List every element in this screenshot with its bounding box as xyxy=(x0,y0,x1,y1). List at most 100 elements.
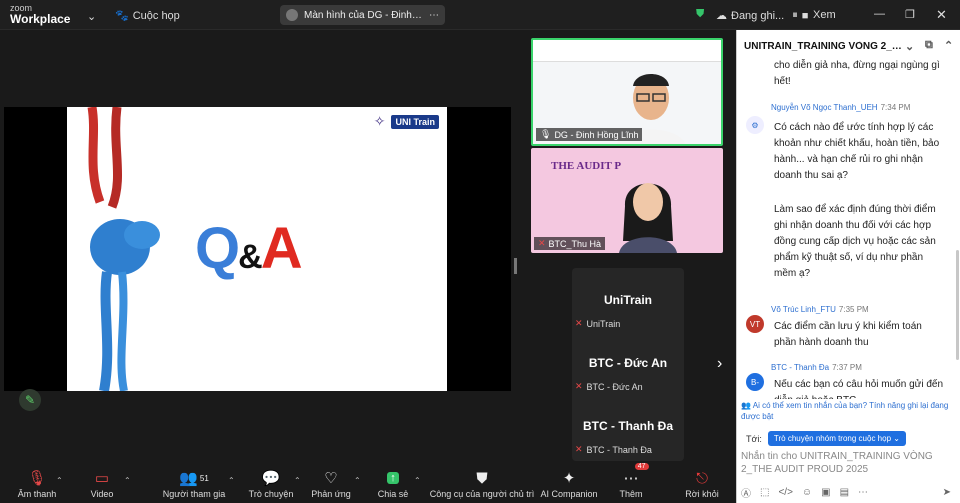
chevron-up-icon[interactable]: ⌃ xyxy=(414,476,421,485)
title-bar: zoom Workplace ⌄ 🐾 Cuộc họp Màn hình của… xyxy=(0,0,960,30)
people-icon: 👥 xyxy=(741,401,751,410)
slide-logo: ✧ UNI Train xyxy=(374,113,439,130)
chevron-up-icon[interactable]: ⌃ xyxy=(294,476,301,485)
chevron-up-icon[interactable]: ⌃ xyxy=(228,476,235,485)
chevron-up-icon[interactable]: ⌃ xyxy=(354,476,361,485)
chevron-up-icon[interactable]: ⌃ xyxy=(124,476,131,485)
chat-icon: 💬 xyxy=(261,470,281,487)
participant-label: ✕ UniTrain xyxy=(575,318,621,329)
video-tile-participant[interactable]: THE AUDIT P ✕ BTC_Thu Hà xyxy=(531,148,723,253)
star-logo-icon: ✧ xyxy=(373,113,386,129)
stop-icon[interactable]: ■ xyxy=(802,10,809,22)
video-button[interactable]: ▭ Video xyxy=(84,463,120,503)
pause-icon[interactable]: ⏸ xyxy=(792,9,798,22)
more-button[interactable]: ⋯ 47 Thêm xyxy=(616,463,649,503)
more-icon[interactable]: ⋯ xyxy=(858,487,868,498)
zoom-window: zoom Workplace ⌄ 🐾 Cuộc họp Màn hình của… xyxy=(0,0,960,503)
leave-door-icon: ⎋ xyxy=(696,469,708,487)
participant-name: UniTrain xyxy=(603,293,652,307)
code-icon[interactable]: </> xyxy=(778,487,792,498)
mic-muted-icon: ✕ xyxy=(538,238,546,248)
participant-video xyxy=(619,183,677,253)
close-icon[interactable]: ✕ xyxy=(936,7,947,23)
next-page-chevron-icon[interactable]: › xyxy=(717,355,722,373)
restore-icon[interactable]: ❐ xyxy=(905,8,915,21)
mic-muted-icon: ✕ xyxy=(575,318,583,328)
chat-toolbar: Ⓐ ⬚ </> ☺ ▣ ▤ ⋯ ➤ xyxy=(741,485,957,500)
shield-icon[interactable]: ⛊ xyxy=(696,8,704,21)
sparkle-icon: ✦ xyxy=(562,470,576,487)
view-menu[interactable]: Xem xyxy=(813,9,836,21)
zoom-logo[interactable]: zoom Workplace xyxy=(10,3,70,25)
share-button[interactable]: ↑ Chia sẻ xyxy=(378,463,408,503)
chat-scrollbar[interactable] xyxy=(956,250,959,360)
share-label: Màn hình của DG - Đinh Hồng Li xyxy=(304,9,423,21)
attach-file-icon[interactable]: ▤ xyxy=(840,487,849,498)
recipient-row: Tới: Trò chuyện nhóm trong cuộc họp ⌄ xyxy=(746,431,906,446)
message-sender: BTC - Thanh Đa 7:37 PM xyxy=(771,363,862,372)
mic-icon: 🎙 xyxy=(540,129,552,139)
pop-out-icon[interactable]: ⧉ xyxy=(925,39,933,52)
chat-message: Nếu các bạn có câu hỏi muốn gửi đến diễn… xyxy=(774,379,944,399)
gif-icon[interactable]: ▣ xyxy=(821,487,830,498)
participant-name: BTC - Đức An xyxy=(588,356,668,370)
presentation-slide: ✧ UNI Train Q&A xyxy=(67,107,447,391)
more-icon[interactable]: ⋯ xyxy=(429,10,439,21)
leave-button[interactable]: ⎋ Rời khỏi xyxy=(684,463,720,503)
send-icon[interactable]: ➤ xyxy=(943,487,951,498)
chevron-down-icon[interactable]: ⌄ xyxy=(87,10,96,23)
qa-heading: Q&A xyxy=(195,216,303,281)
collapse-icon[interactable]: ⌃ xyxy=(944,39,953,52)
mic-muted-icon: 🎙 xyxy=(27,470,47,487)
chevron-down-icon[interactable]: ⌄ xyxy=(905,40,914,53)
minimize-icon[interactable]: — xyxy=(874,8,885,20)
emoji-icon[interactable]: ☺ xyxy=(802,487,812,498)
annotate-pencil-icon[interactable]: ✎ xyxy=(19,389,41,411)
format-text-icon[interactable]: Ⓐ xyxy=(741,485,751,500)
heart-icon: ♡ xyxy=(324,470,338,487)
reactions-button[interactable]: ♡ Phản ứng xyxy=(311,463,351,503)
chat-panel: UNITRAIN_TRAINING VÒNG 2_THE... ⌄ ⧉ ⌃ ch… xyxy=(736,30,960,503)
chevron-up-icon[interactable]: ⌃ xyxy=(56,476,63,485)
video-off-icon: ▭ xyxy=(94,470,110,487)
message-sender: Võ Trúc Linh_FTU 7:35 PM xyxy=(771,305,869,314)
more-icon: ⋯ 47 xyxy=(624,463,649,489)
meeting-menu[interactable]: 🐾 Cuộc họp xyxy=(115,9,180,23)
chat-message: Có cách nào để ước tính hợp lý các khoản… xyxy=(774,122,940,181)
paw-icon: 🐾 xyxy=(115,10,129,22)
audio-button[interactable]: 🎙 Âm thanh xyxy=(14,463,60,503)
meeting-toolbar: 🎙 Âm thanh ⌃ ▭ Video ⌃ 👥 51 Người tham g… xyxy=(0,463,736,503)
virtual-background-banner: THE AUDIT P xyxy=(551,160,622,172)
chat-input[interactable]: Nhắn tin cho UNITRAIN_TRAINING VÒNG 2_TH… xyxy=(741,450,953,476)
participants-button[interactable]: 👥 51 Người tham gia xyxy=(163,463,225,503)
shield-icon: ⛊ xyxy=(476,469,488,487)
speaker-slide-header xyxy=(533,40,721,62)
chat-message: Các điểm cần lưu ý khi kiểm toán phần hà… xyxy=(774,321,922,348)
rope-knot-image xyxy=(87,107,160,391)
chat-button[interactable]: 💬 Trò chuyện xyxy=(249,463,294,503)
participant-name: BTC - Thanh Đa xyxy=(583,419,673,433)
video-tile-speaker[interactable]: 🎙 DG - Đinh Hồng Lĩnh xyxy=(531,38,723,146)
share-screen-icon: ↑ xyxy=(387,467,399,489)
recording-notice[interactable]: 👥 Ai có thể xem tin nhắn của bạn? Tính n… xyxy=(741,400,957,422)
avatar: ⚙ xyxy=(746,116,764,134)
participant-gallery: UniTrain ✕ UniTrain BTC - Đức An ✕ BTC -… xyxy=(572,268,684,461)
participant-label: ✕ BTC - Đức An xyxy=(575,381,643,392)
participant-label: ✕ BTC - Thanh Đa xyxy=(575,444,652,455)
recipient-select[interactable]: Trò chuyện nhóm trong cuộc họp ⌄ xyxy=(767,431,906,446)
ai-companion-button[interactable]: ✦ AI Companion xyxy=(540,463,598,503)
screenshot-icon[interactable]: ⬚ xyxy=(760,487,769,498)
recording-indicator[interactable]: ☁ Đang ghi... ⏸ ■ xyxy=(716,9,808,22)
resize-handle[interactable] xyxy=(514,258,517,274)
screen-share-indicator[interactable]: Màn hình của DG - Đinh Hồng Li ⋯ xyxy=(280,5,445,25)
host-tools-button[interactable]: ⛊ Công cụ của người chủ trì xyxy=(430,463,534,503)
participant-name-tag: 🎙 DG - Đinh Hồng Lĩnh xyxy=(536,128,643,141)
avatar xyxy=(286,9,298,21)
shared-screen: ✧ UNI Train Q&A xyxy=(4,107,511,391)
cloud-record-icon: ☁ xyxy=(716,10,727,22)
avatar: VT xyxy=(746,315,764,333)
chat-message: cho diễn giả nha, đừng ngại ngùng gì hết… xyxy=(774,60,940,87)
message-sender: Nguyễn Võ Ngọc Thanh_UEH 7:34 PM xyxy=(771,103,911,112)
mic-muted-icon: ✕ xyxy=(575,381,583,391)
avatar: B- xyxy=(746,373,764,391)
